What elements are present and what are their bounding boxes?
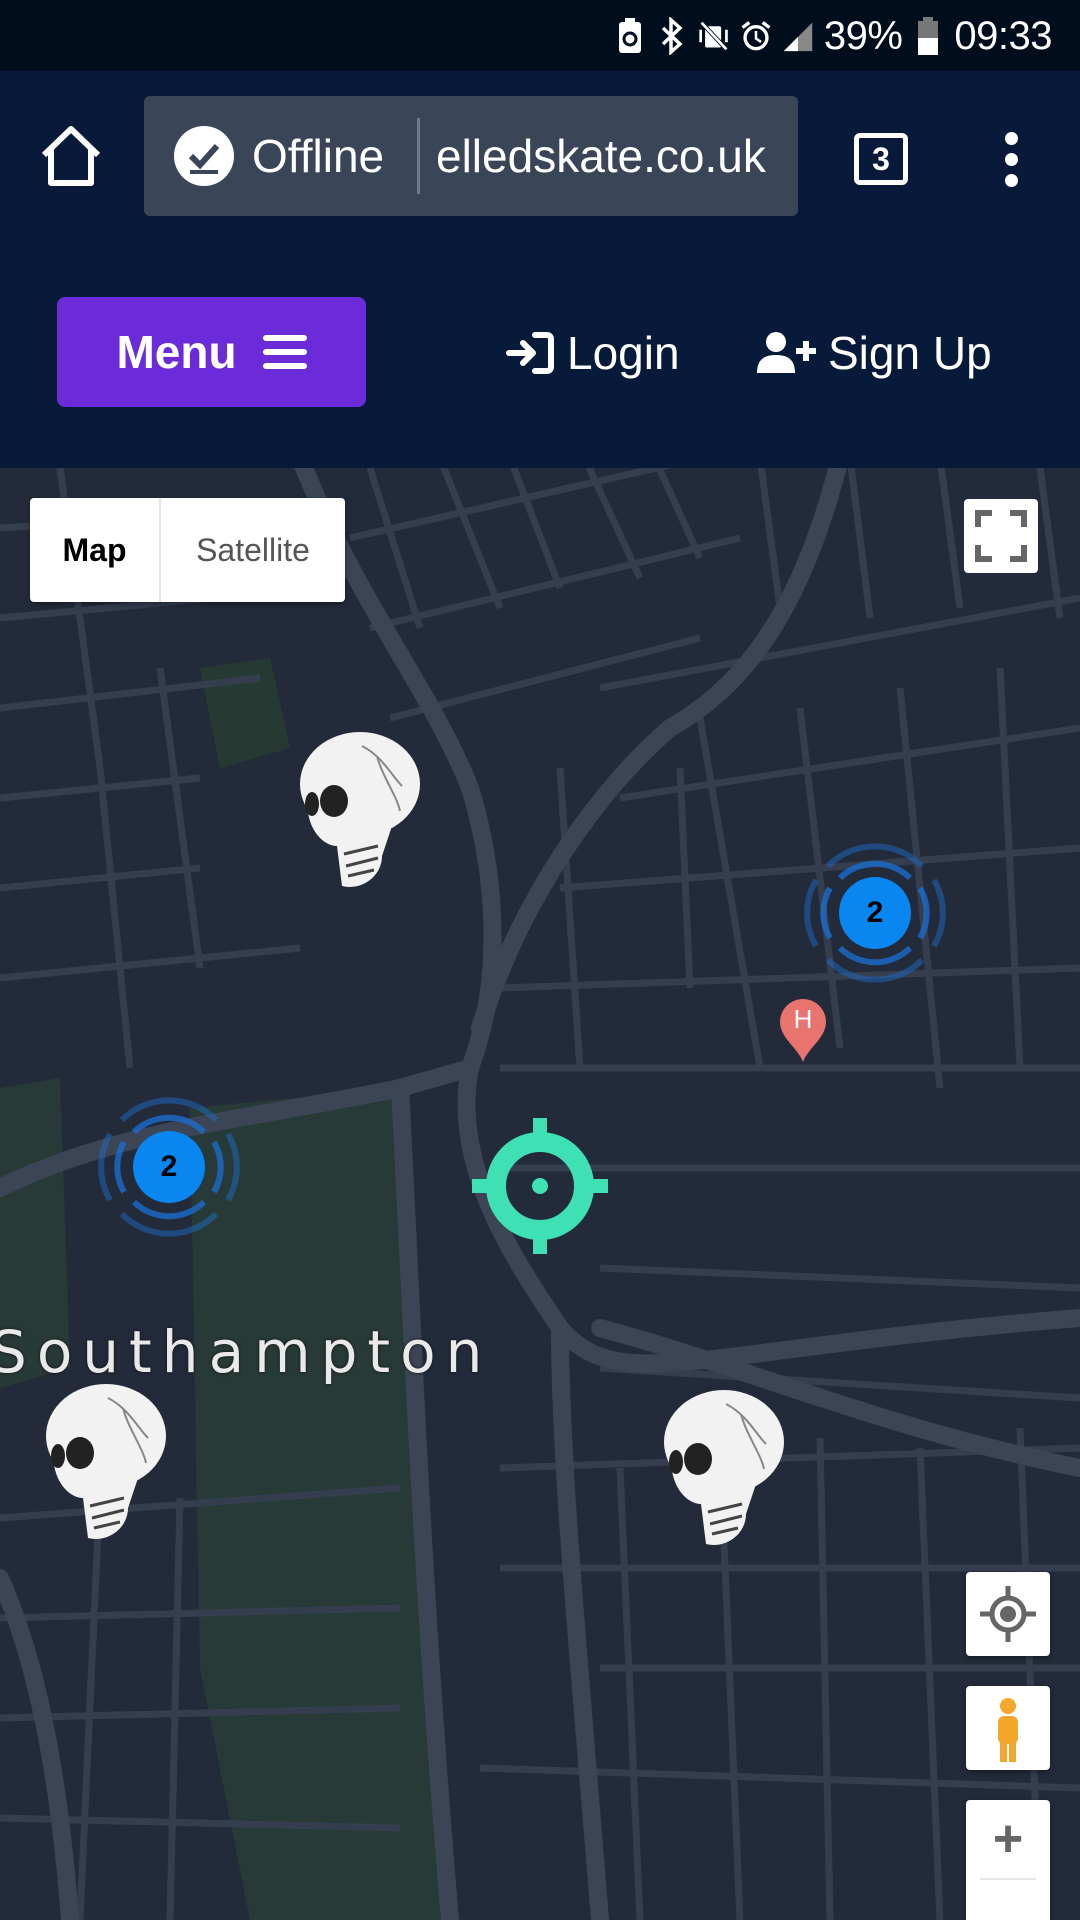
home-icon[interactable]	[38, 123, 104, 189]
zoom-in-button[interactable]: +	[980, 1800, 1036, 1880]
street-view-pegman-button[interactable]	[966, 1686, 1050, 1770]
map-type-satellite-button[interactable]: Satellite	[161, 498, 345, 602]
cluster-count: 2	[160, 1150, 178, 1183]
cluster-marker[interactable]: 2	[800, 838, 950, 988]
signal-icon	[782, 16, 814, 56]
crosshair-icon[interactable]	[472, 1118, 608, 1254]
more-options-icon[interactable]	[996, 129, 1026, 189]
status-bar: 39% 09:33	[0, 0, 1080, 71]
pegman-icon	[998, 1698, 1018, 1762]
hamburger-icon	[262, 335, 307, 369]
zoom-control: +	[966, 1800, 1050, 1920]
browser-toolbar: Offline elledskate.co.uk 3	[0, 71, 1080, 241]
city-label: Southampton	[0, 1318, 493, 1386]
skull-marker-icon[interactable]	[646, 1384, 791, 1559]
map-type-map-button[interactable]: Map	[30, 498, 161, 602]
menu-label: Menu	[116, 326, 237, 378]
battery-percent: 39%	[823, 13, 903, 58]
hospital-pin-label: H	[793, 1004, 813, 1034]
signup-link[interactable]: Sign Up	[756, 321, 992, 385]
map-type-control: Map Satellite	[30, 498, 345, 602]
vibrate-mute-icon	[698, 16, 730, 56]
signup-label: Sign Up	[828, 327, 992, 379]
alarm-icon	[740, 16, 772, 56]
fullscreen-icon	[975, 510, 1027, 562]
tab-switcher-button[interactable]: 3	[854, 133, 908, 185]
clock: 09:33	[954, 13, 1052, 58]
login-link[interactable]: Login	[505, 321, 680, 385]
hospital-pin-icon[interactable]: H	[778, 998, 828, 1064]
offline-label: Offline	[252, 130, 385, 182]
target-icon	[980, 1586, 1036, 1642]
login-label: Login	[567, 327, 680, 379]
bluetooth-icon	[656, 16, 688, 56]
url-divider	[417, 118, 420, 194]
sign-in-icon	[506, 332, 554, 374]
cluster-count: 2	[866, 896, 884, 929]
site-header: Menu Login Sign Up	[0, 241, 1080, 468]
my-location-button[interactable]	[966, 1572, 1050, 1656]
cluster-marker[interactable]: 2	[94, 1092, 244, 1242]
user-plus-icon	[757, 332, 816, 373]
url-text[interactable]: elledskate.co.uk	[436, 124, 766, 188]
skull-marker-icon[interactable]	[28, 1378, 173, 1553]
battery-saver-icon	[614, 16, 646, 56]
menu-button[interactable]: Menu	[57, 297, 366, 407]
skull-marker-icon[interactable]	[282, 726, 427, 901]
battery-icon	[912, 16, 944, 56]
address-bar[interactable]: Offline elledskate.co.uk	[144, 96, 798, 216]
offline-check-icon	[174, 126, 234, 186]
fullscreen-button[interactable]	[964, 499, 1038, 573]
map-view[interactable]: Map Satellite 2 2 H Southampton +	[0, 468, 1080, 1920]
